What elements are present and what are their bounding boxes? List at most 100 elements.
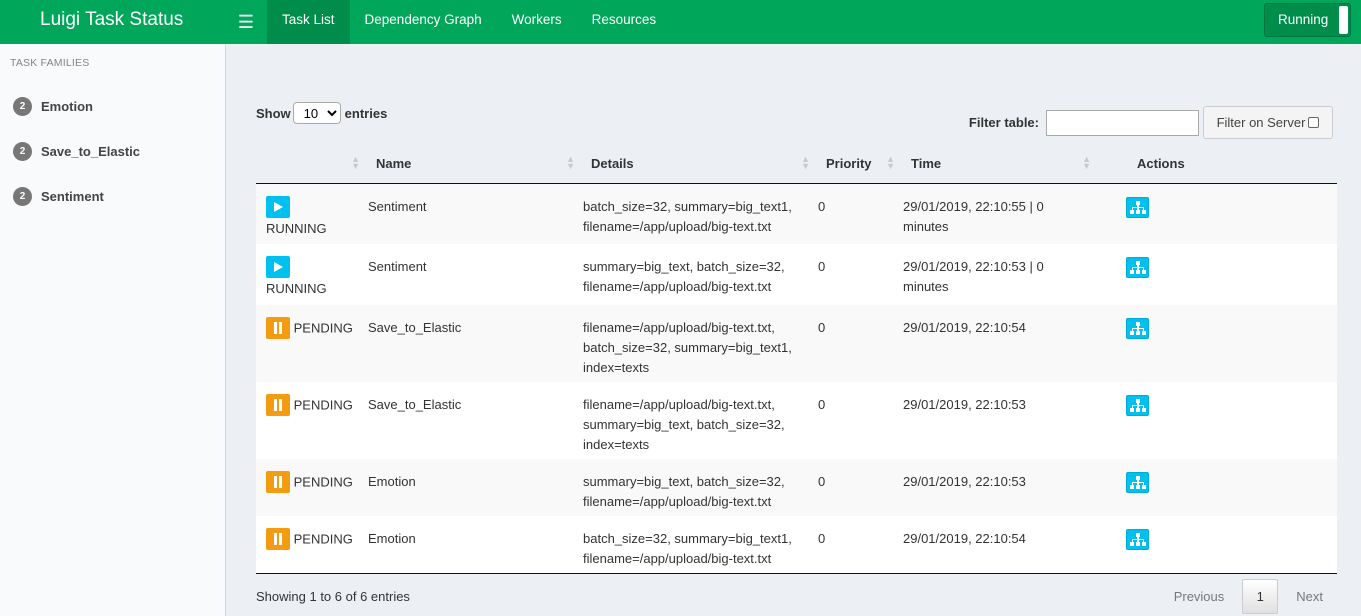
running-toggle-label: Running [1278, 12, 1329, 27]
dependency-graph-icon[interactable] [1126, 529, 1149, 550]
details-cell: summary=big_text, batch_size=32, filenam… [583, 474, 785, 509]
dependency-graph-icon[interactable] [1126, 257, 1149, 278]
table-header-row: ▲ ▼ Name ▲ ▼ Details ▲ ▼ Priority ▲ ▼ Time ▲ ▼ Ac… [256, 144, 1337, 184]
column-actions: Actions [1099, 144, 1337, 184]
page-1-button[interactable]: 1 [1242, 579, 1279, 614]
sort-icon: ▲ ▼ [1082, 154, 1091, 171]
column-priority[interactable]: Priority ▲ ▼ [818, 144, 903, 184]
count-badge: 2 [13, 187, 32, 206]
filter-on-server-button[interactable]: Filter on Server [1203, 106, 1333, 139]
time-cell: 29/01/2019, 22:10:53 | 0 minutes [903, 259, 1044, 294]
actions-cell [1099, 382, 1337, 459]
status-label: PENDING [293, 531, 353, 547]
dependency-graph-icon[interactable] [1126, 318, 1149, 339]
status-cell: PENDING [256, 516, 368, 574]
count-badge: 2 [13, 97, 32, 116]
nav-resources[interactable]: Resources [577, 0, 672, 44]
family-name: Save_to_Elastic [41, 144, 141, 159]
time-cell: 29/01/2019, 22:10:53 [903, 474, 1026, 489]
table-row: PENDING Save_to_Elastic filename=/app/uplo… [256, 305, 1337, 382]
column-label: Priority [826, 155, 872, 171]
column-details[interactable]: Details ▲ ▼ [583, 144, 818, 184]
sidebar-item-sentiment[interactable]: 2 Sentiment [0, 174, 225, 219]
hamburger-icon[interactable]: ☰ [225, 0, 267, 44]
play-icon [266, 195, 290, 218]
nav-workers[interactable]: Workers [497, 0, 577, 44]
filter-on-server-checkbox[interactable] [1308, 117, 1320, 128]
family-name: Sentiment [41, 189, 104, 204]
table-row: PENDING Save_to_Elastic filename=/app/uplo… [256, 382, 1337, 459]
task-table: ▲ ▼ Name ▲ ▼ Details ▲ ▼ Priority ▲ ▼ Time ▲ ▼ Ac… [256, 144, 1337, 574]
pause-icon [266, 317, 290, 339]
dependency-graph-icon[interactable] [1126, 395, 1149, 416]
column-label: Details [591, 155, 634, 171]
time-cell: 29/01/2019, 22:10:55 | 0 minutes [903, 198, 1044, 234]
actions-cell [1099, 244, 1337, 305]
priority-cell: 0 [818, 320, 826, 335]
name-cell: Save_to_Elastic [368, 397, 462, 412]
status-cell: PENDING [256, 305, 368, 382]
sidebar-header: TASK FAMILIES [10, 57, 90, 69]
name-cell: Emotion [368, 516, 583, 574]
status-label: RUNNING [266, 220, 327, 236]
status-cell: RUNNING [256, 244, 368, 305]
count-badge: 2 [13, 142, 32, 161]
sort-icon: ▲ ▼ [801, 154, 810, 171]
nav-dependency-graph[interactable]: Dependency Graph [350, 0, 497, 44]
pagination: Previous 1 Next [1160, 579, 1337, 614]
column-time[interactable]: Time ▲ ▼ [903, 144, 1099, 184]
sort-icon: ▲ ▼ [351, 154, 360, 171]
table-row: RUNNING Sentiment summary=big_text, batch_… [256, 244, 1337, 305]
priority-cell: 0 [818, 516, 903, 574]
priority-cell: 0 [818, 397, 826, 412]
status-cell: PENDING [256, 382, 368, 459]
priority-cell: 0 [818, 198, 826, 214]
pause-icon [266, 528, 290, 550]
main-nav: Task List Dependency Graph Workers Resou… [267, 0, 671, 44]
actions-cell [1099, 459, 1337, 516]
column-status[interactable]: ▲ ▼ [256, 144, 368, 184]
filter-control: Filter table: Filter on Server [969, 106, 1333, 139]
sidebar-item-save-to-elastic[interactable]: 2 Save_to_Elastic [0, 129, 225, 174]
details-cell: filename=/app/upload/big-text.txt, batch… [583, 320, 792, 375]
column-name[interactable]: Name ▲ ▼ [368, 144, 583, 184]
sidebar-item-emotion[interactable]: 2 Emotion [0, 84, 225, 129]
entries-select[interactable]: 10 [292, 102, 341, 124]
status-cell: RUNNING [256, 183, 368, 244]
dependency-graph-icon[interactable] [1126, 472, 1149, 493]
details-cell: batch_size=32, summary=big_text1, filena… [583, 516, 818, 574]
status-label: PENDING [293, 320, 353, 336]
details-cell: filename=/app/upload/big-text.txt, summa… [583, 397, 785, 452]
table-row: PENDING Emotion batch_size=32, summary=big… [256, 516, 1337, 574]
previous-button[interactable]: Previous [1160, 580, 1239, 614]
filter-on-server-label: Filter on Server [1216, 115, 1306, 130]
column-label: Actions [1137, 155, 1185, 171]
dependency-graph-icon[interactable] [1126, 196, 1149, 218]
actions-cell [1099, 305, 1337, 382]
actions-cell [1099, 516, 1337, 574]
name-cell: Sentiment [368, 198, 427, 214]
priority-cell: 0 [818, 259, 826, 274]
nav-task-list[interactable]: Task List [267, 0, 350, 44]
pause-icon [266, 394, 290, 416]
play-icon [266, 256, 290, 278]
status-label: PENDING [293, 397, 353, 413]
name-cell: Emotion [368, 474, 416, 489]
name-cell: Save_to_Elastic [368, 320, 462, 335]
table-row: PENDING Emotion summary=big_text, batch_si… [256, 459, 1337, 516]
sidebar: TASK FAMILIES 2 Emotion 2 Save_to_Elasti… [0, 44, 226, 616]
details-cell: summary=big_text, batch_size=32, filenam… [583, 259, 785, 294]
column-label: Time [911, 155, 942, 171]
name-cell: Sentiment [368, 259, 427, 274]
next-button[interactable]: Next [1282, 580, 1337, 614]
entries-label: entries [344, 105, 388, 121]
priority-cell: 0 [818, 474, 826, 489]
status-cell: PENDING [256, 459, 368, 516]
filter-input[interactable] [1046, 109, 1199, 136]
running-toggle-button[interactable]: Running [1264, 3, 1351, 37]
show-label: Show [256, 105, 291, 121]
table-row: RUNNING Sentiment batch_size=32, summary=b… [256, 183, 1337, 244]
app-title[interactable]: Luigi Task Status [0, 0, 225, 44]
time-cell: 29/01/2019, 22:10:53 [903, 397, 1026, 412]
table-info: Showing 1 to 6 of 6 entries [256, 589, 410, 604]
